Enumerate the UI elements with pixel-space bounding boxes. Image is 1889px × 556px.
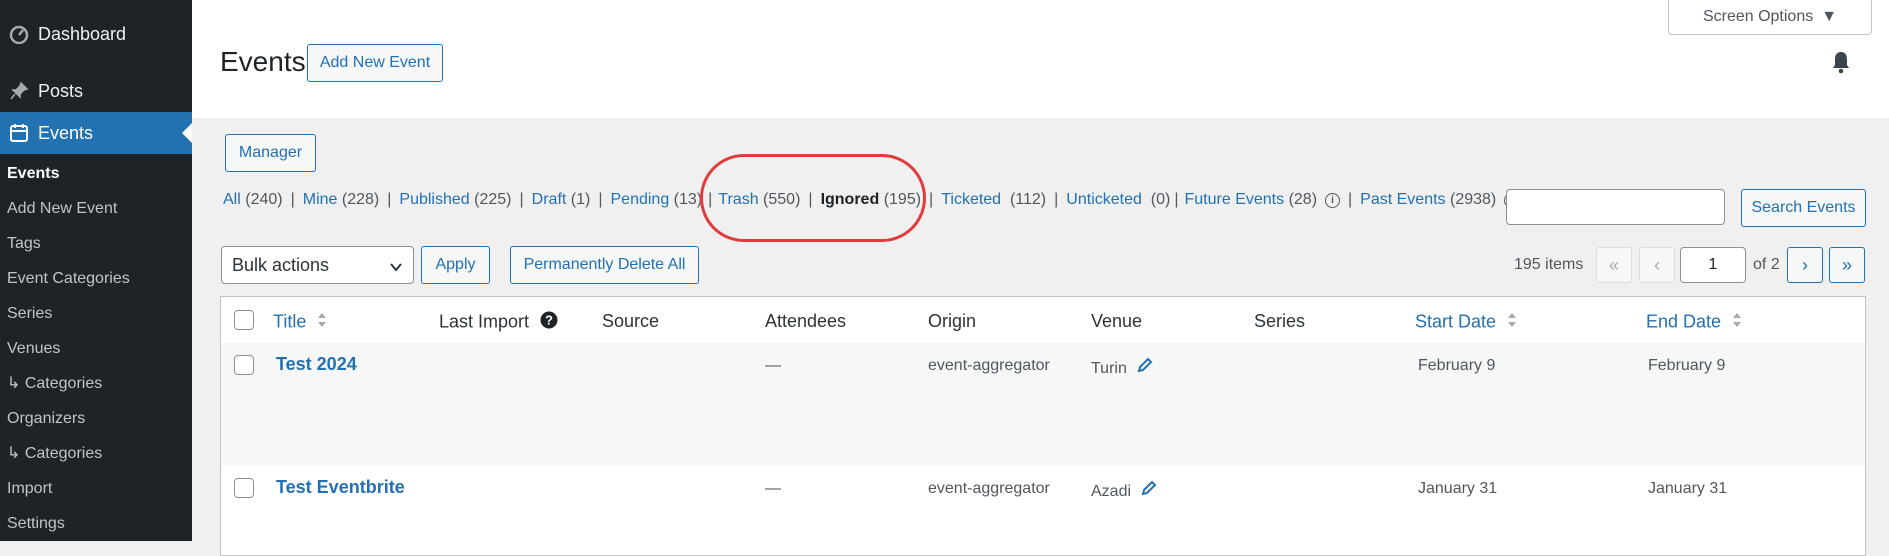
next-page-button[interactable]: ›: [1787, 247, 1823, 283]
event-title-link[interactable]: Test 2024: [276, 354, 357, 375]
submenu-organizers[interactable]: Organizers: [0, 401, 192, 436]
manager-button[interactable]: Manager: [225, 134, 316, 172]
row-checkbox[interactable]: [234, 478, 254, 498]
first-page-button[interactable]: «: [1596, 247, 1632, 283]
origin-cell: event-aggregator: [928, 357, 1050, 374]
column-last-import: Last Import ?: [439, 311, 558, 334]
menu-events[interactable]: Events: [0, 112, 192, 154]
menu-dashboard[interactable]: Dashboard: [0, 13, 192, 55]
submenu-venues[interactable]: Venues: [0, 331, 192, 366]
filter-future-events[interactable]: Future Events (28): [1185, 191, 1318, 208]
search-events-button[interactable]: Search Events: [1741, 189, 1866, 227]
admin-sidebar: Dashboard Posts Events Events Add New Ev…: [0, 0, 192, 541]
sort-icon: [1732, 311, 1742, 334]
event-title-link[interactable]: Test Eventbrite: [276, 477, 405, 498]
pencil-icon[interactable]: [1141, 480, 1157, 500]
info-icon[interactable]: i: [1325, 193, 1341, 208]
total-pages: of 2: [1753, 256, 1780, 273]
screen-options-button[interactable]: Screen Options ▼: [1668, 0, 1872, 35]
bell-icon[interactable]: [1831, 50, 1851, 79]
add-new-event-button[interactable]: Add New Event: [307, 44, 443, 82]
column-title[interactable]: Title: [273, 311, 327, 334]
start-date-cell: January 31: [1418, 480, 1498, 497]
filter-pending[interactable]: Pending (13): [611, 191, 703, 208]
filter-ignored[interactable]: Ignored (195): [821, 191, 921, 208]
select-all-checkbox[interactable]: [234, 310, 254, 330]
column-venue: Venue: [1091, 311, 1143, 331]
chevron-down-icon: [389, 258, 403, 279]
end-date-cell: February 9: [1648, 357, 1726, 374]
events-submenu: Events Add New Event Tags Event Categori…: [0, 156, 192, 541]
current-page-input[interactable]: 1: [1680, 247, 1746, 283]
filter-draft[interactable]: Draft (1): [532, 191, 591, 208]
column-end-date[interactable]: End Date: [1646, 311, 1742, 334]
menu-dashboard-label: Dashboard: [38, 23, 127, 44]
bulk-actions-value: Bulk actions: [232, 254, 330, 275]
bulk-actions-select[interactable]: Bulk actions: [221, 246, 414, 284]
submenu-venue-categories[interactable]: ↳ Categories: [0, 366, 192, 401]
submenu-series[interactable]: Series: [0, 296, 192, 331]
submenu-settings[interactable]: Settings: [0, 506, 192, 541]
submenu-import[interactable]: Import: [0, 471, 192, 506]
status-filter-links: All (240) | Mine (228) | Published (225) | Dra…: [223, 191, 1520, 209]
submenu-event-categories[interactable]: Event Categories: [0, 261, 192, 296]
last-page-button[interactable]: »: [1829, 247, 1865, 283]
permanently-delete-all-button[interactable]: Permanently Delete All: [510, 246, 699, 284]
table-header: Title Last Import ? Source Attendees Ori…: [221, 297, 1865, 344]
filter-unticketed[interactable]: Unticketed (0): [1066, 191, 1170, 208]
screen-options-label: Screen Options: [1702, 8, 1814, 25]
filter-mine[interactable]: Mine (228): [303, 191, 380, 208]
calendar-icon: [0, 122, 38, 144]
row-checkbox[interactable]: [234, 355, 254, 375]
menu-posts-label: Posts: [38, 80, 84, 101]
page-title: Events: [220, 46, 306, 77]
submenu-organizer-categories[interactable]: ↳ Categories: [0, 436, 192, 471]
sort-icon: [317, 311, 327, 334]
submenu-tags[interactable]: Tags: [0, 226, 192, 261]
attendees-cell: —: [765, 480, 781, 497]
filter-ticketed[interactable]: Ticketed (112): [941, 191, 1046, 208]
column-start-date[interactable]: Start Date: [1415, 311, 1517, 334]
menu-posts[interactable]: Posts: [0, 70, 192, 112]
pencil-icon[interactable]: [1137, 357, 1153, 377]
dashboard-icon: [0, 24, 38, 44]
column-series: Series: [1254, 311, 1306, 331]
events-table: Title Last Import ? Source Attendees Ori…: [220, 296, 1866, 556]
attendees-cell: —: [765, 357, 781, 374]
prev-page-button[interactable]: ‹: [1639, 247, 1675, 283]
page-header: Events Add New Event Screen Options ▼: [192, 0, 1889, 118]
start-date-cell: February 9: [1418, 357, 1496, 374]
caret-down-icon: ▼: [1821, 8, 1838, 25]
table-row: Test Eventbrite — event-aggregator Azadi…: [221, 466, 1865, 556]
items-count: 195 items: [1514, 256, 1584, 273]
venue-cell: Turin: [1091, 357, 1153, 378]
column-attendees: Attendees: [765, 311, 847, 331]
search-input[interactable]: [1506, 189, 1725, 225]
svg-text:?: ?: [545, 313, 553, 328]
pushpin-icon: [0, 81, 38, 101]
venue-cell: Azadi: [1091, 480, 1157, 501]
column-origin: Origin: [928, 311, 977, 331]
submenu-add-new-event[interactable]: Add New Event: [0, 191, 192, 226]
end-date-cell: January 31: [1648, 480, 1728, 497]
column-source: Source: [602, 311, 660, 331]
submenu-events[interactable]: Events: [0, 156, 192, 191]
filter-trash[interactable]: Trash (550): [718, 191, 800, 208]
filter-published[interactable]: Published (225): [399, 191, 511, 208]
filter-past-events[interactable]: Past Events (2938): [1360, 191, 1496, 208]
table-row: Test 2024 — event-aggregator Turin Febru…: [221, 343, 1865, 466]
apply-button[interactable]: Apply: [421, 246, 490, 284]
help-icon[interactable]: ?: [540, 311, 558, 334]
filter-all[interactable]: All (240): [223, 191, 283, 208]
origin-cell: event-aggregator: [928, 480, 1050, 497]
menu-events-label: Events: [38, 122, 94, 143]
sort-icon: [1507, 311, 1517, 334]
